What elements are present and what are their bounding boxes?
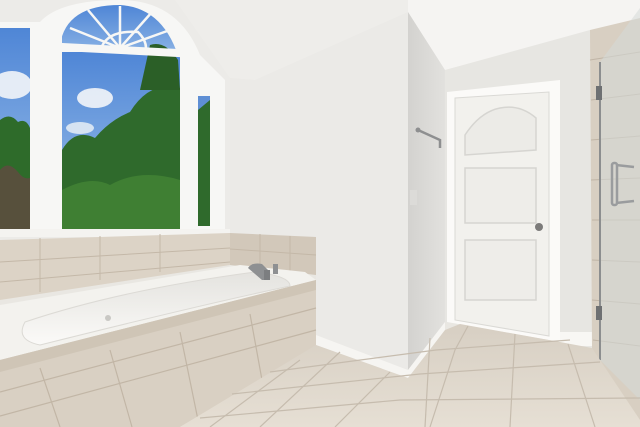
door-knob (535, 223, 543, 231)
bathroom-photo (0, 0, 640, 427)
bathroom-scene (0, 0, 640, 427)
light-switch (410, 190, 417, 205)
hinge-top (596, 86, 602, 100)
tub-drain (105, 315, 111, 321)
panel-door (447, 80, 560, 342)
hinge-bottom (596, 306, 602, 320)
glass-shower (596, 8, 640, 400)
